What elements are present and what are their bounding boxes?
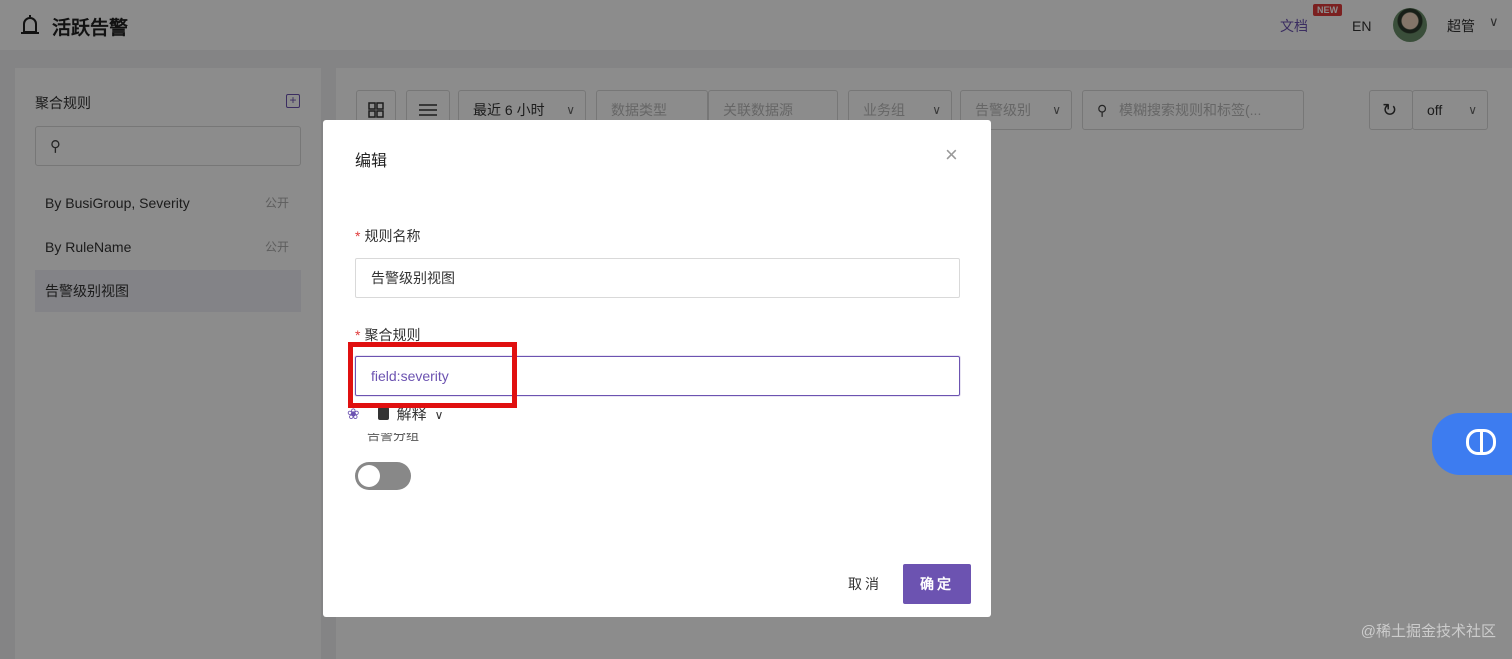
rule-name-input[interactable]: 告警级别视图	[355, 258, 960, 298]
cancel-button[interactable]: 取消	[838, 564, 892, 604]
confirm-button[interactable]: 确定	[903, 564, 971, 604]
brain-icon: ❀	[347, 406, 360, 423]
brain-icon	[1466, 429, 1496, 455]
switch-knob	[358, 465, 380, 487]
modal-title: 编辑	[355, 153, 388, 170]
rule-name-label: * 规则名称	[355, 228, 421, 244]
ai-assistant-button[interactable]	[1432, 413, 1512, 475]
alert-group-label: 告警分组	[367, 433, 420, 443]
public-switch[interactable]	[355, 462, 411, 490]
chevron-down-icon: ∨	[434, 408, 444, 422]
book-icon	[377, 407, 389, 420]
explain-label: 解释	[396, 406, 427, 423]
annotation-highlight-box	[348, 342, 517, 408]
watermark: @稀土掘金技术社区	[1360, 623, 1496, 640]
close-icon[interactable]: ×	[945, 144, 958, 166]
